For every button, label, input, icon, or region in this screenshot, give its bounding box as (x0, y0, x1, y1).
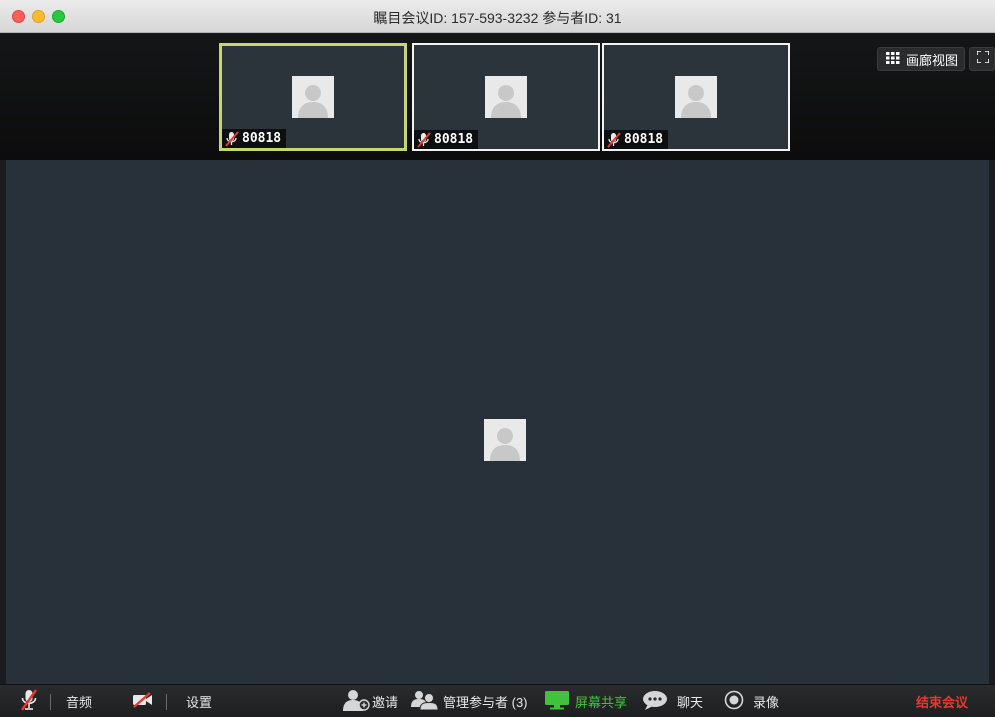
participant-thumbnail[interactable]: 80818 (602, 43, 790, 151)
invite-button[interactable]: 邀请 (340, 685, 398, 718)
monitor-icon (544, 690, 570, 713)
settings-button[interactable]: 设置 (186, 685, 212, 718)
toolbar-divider (166, 694, 167, 710)
gallery-view-button[interactable]: 画廊视图 (877, 47, 965, 71)
zoom-meeting-window: 瞩目会议ID: 157-593-3232 参与者ID: 31 80818 808… (0, 0, 995, 717)
people-icon (410, 690, 439, 713)
muted-mic-icon (607, 131, 621, 148)
manage-participants-button[interactable]: 管理参与者 (3) (410, 685, 528, 718)
chat-bubble-icon (642, 690, 668, 713)
share-screen-button[interactable]: 屏幕共享 (544, 685, 627, 718)
default-avatar-icon (292, 76, 334, 118)
participant-name: 80818 (624, 132, 664, 147)
record-button[interactable]: 录像 (724, 685, 779, 718)
default-avatar-icon (484, 419, 526, 461)
invite-label: 邀请 (372, 695, 399, 710)
participant-name: 80818 (242, 131, 282, 146)
participant-name-tag: 80818 (414, 130, 479, 149)
stop-video-button[interactable] (132, 685, 154, 718)
muted-mic-icon (417, 131, 431, 148)
fullscreen-button[interactable] (969, 47, 995, 71)
audio-label: 音频 (66, 695, 93, 710)
default-avatar-icon (485, 76, 527, 118)
toolbar-divider (50, 694, 51, 710)
participant-name-tag: 80818 (222, 129, 287, 148)
active-speaker-video (6, 160, 989, 684)
share-label: 屏幕共享 (575, 695, 628, 710)
meeting-toolbar: 音频 设置 邀请 管理参与者 (3) 屏幕共享 聊天 录像 结束会议 (0, 684, 995, 717)
fullscreen-icon (976, 50, 990, 68)
end-meeting-label: 结束会议 (916, 695, 969, 710)
title-bar: 瞩目会议ID: 157-593-3232 参与者ID: 31 (0, 0, 995, 33)
chat-label: 聊天 (677, 695, 704, 710)
participant-thumbnail-active[interactable]: 80818 (219, 43, 407, 151)
record-label: 录像 (753, 695, 780, 710)
settings-label: 设置 (186, 695, 213, 710)
add-person-icon (340, 689, 370, 714)
muted-mic-icon (225, 130, 239, 147)
gallery-view-label: 画廊视图 (906, 52, 959, 68)
grid-icon (886, 51, 900, 67)
participant-thumbnail-strip: 80818 80818 80818 画廊视图 (0, 34, 995, 160)
participant-thumbnail[interactable]: 80818 (412, 43, 600, 151)
participant-name: 80818 (434, 132, 474, 147)
participant-name-tag: 80818 (604, 130, 669, 149)
video-off-icon (132, 692, 154, 711)
participants-label: 管理参与者 (3) (443, 695, 528, 710)
window-title: 瞩目会议ID: 157-593-3232 参与者ID: 31 (373, 10, 622, 26)
muted-mic-icon (20, 689, 38, 714)
default-avatar-icon (675, 76, 717, 118)
record-icon (724, 690, 744, 713)
end-meeting-button[interactable]: 结束会议 (916, 685, 968, 718)
audio-settings-button[interactable]: 音频 (66, 685, 92, 718)
chat-button[interactable]: 聊天 (642, 685, 703, 718)
mute-audio-button[interactable] (20, 685, 38, 718)
